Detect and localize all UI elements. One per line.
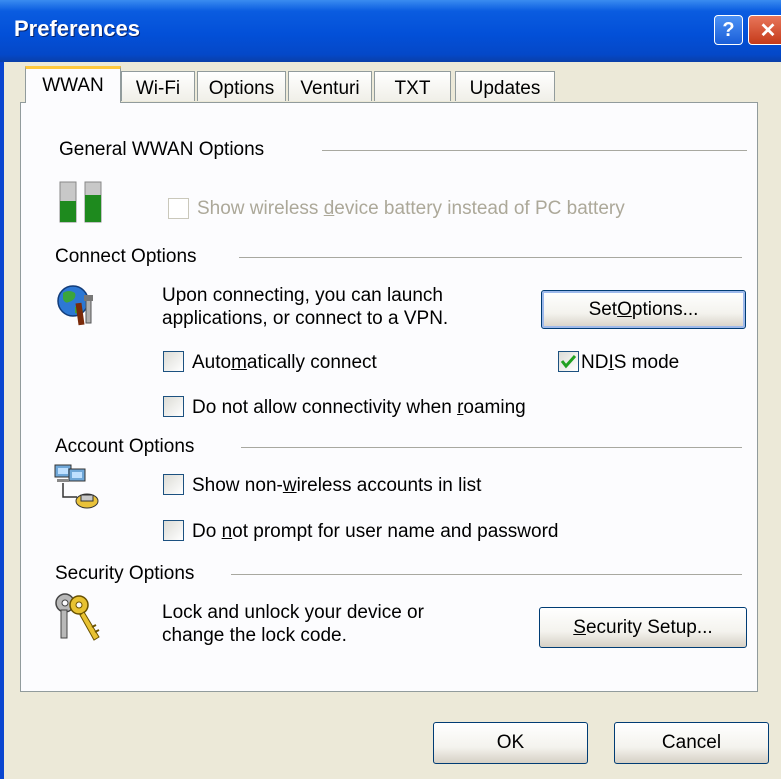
connect-separator bbox=[239, 257, 742, 258]
roaming-checkbox[interactable] bbox=[163, 396, 184, 417]
tab-label: Options bbox=[208, 78, 275, 99]
non-wireless-checkbox[interactable] bbox=[163, 474, 184, 495]
keys-icon bbox=[55, 593, 100, 641]
general-separator bbox=[322, 150, 747, 151]
account-options-heading: Account Options bbox=[55, 436, 195, 457]
connect-description-line1: Upon connecting, you can launch bbox=[162, 285, 443, 306]
tab-panel-wwan: General WWAN Options Show wireless devic… bbox=[20, 102, 758, 692]
tab-txt[interactable]: TXT bbox=[374, 71, 451, 101]
security-options-heading: Security Options bbox=[55, 563, 195, 584]
security-description-line2: change the lock code. bbox=[162, 625, 347, 646]
tab-venturi[interactable]: Venturi bbox=[288, 71, 372, 101]
help-button[interactable]: ? bbox=[714, 15, 743, 45]
tab-wwan[interactable]: WWAN bbox=[25, 66, 121, 103]
battery-checkbox[interactable] bbox=[168, 198, 189, 219]
globe-tools-icon bbox=[57, 285, 93, 326]
account-separator bbox=[241, 447, 742, 448]
non-wireless-label[interactable]: Show non-wireless accounts in list bbox=[192, 475, 481, 497]
tab-updates[interactable]: Updates bbox=[455, 71, 555, 101]
tab-label: Updates bbox=[469, 78, 541, 99]
general-options-heading: General WWAN Options bbox=[59, 139, 265, 160]
tab-label: Wi-Fi bbox=[135, 78, 181, 99]
window-frame-left bbox=[0, 62, 4, 779]
no-prompt-label[interactable]: Do not prompt for user name and password bbox=[192, 521, 559, 543]
close-icon: ✕ bbox=[759, 19, 777, 42]
ok-label: OK bbox=[496, 732, 525, 753]
cancel-label: Cancel bbox=[661, 732, 722, 753]
tab-wifi[interactable]: Wi-Fi bbox=[121, 71, 195, 101]
ndis-mode-checkbox[interactable] bbox=[558, 351, 579, 372]
cancel-button[interactable]: Cancel bbox=[614, 722, 769, 764]
connect-description-line2: applications, or connect to a VPN. bbox=[162, 308, 449, 329]
window-title: Preferences bbox=[14, 16, 140, 41]
security-separator bbox=[231, 574, 742, 575]
connect-description: Upon connecting, you can launch applicat… bbox=[162, 284, 448, 330]
checkmark-icon bbox=[560, 354, 577, 369]
security-description: Lock and unlock your device or change th… bbox=[162, 601, 424, 647]
ndis-mode-label[interactable]: NDIS mode bbox=[581, 352, 679, 374]
tab-label: TXT bbox=[394, 78, 431, 99]
roaming-label[interactable]: Do not allow connectivity when roaming bbox=[192, 397, 526, 419]
network-computers-icon bbox=[54, 464, 99, 509]
security-setup-button[interactable]: Security Setup... bbox=[539, 607, 747, 648]
battery-checkbox-label[interactable]: Show wireless device battery instead of … bbox=[197, 198, 625, 220]
tab-options[interactable]: Options bbox=[197, 71, 286, 101]
ok-button[interactable]: OK bbox=[433, 722, 588, 764]
security-description-line1: Lock and unlock your device or bbox=[162, 602, 424, 623]
title-bar: Preferences ? ✕ bbox=[0, 0, 781, 62]
no-prompt-checkbox[interactable] bbox=[163, 520, 184, 541]
connect-options-heading: Connect Options bbox=[55, 246, 197, 267]
set-options-button[interactable]: Set Options... bbox=[541, 290, 746, 329]
tab-label: Venturi bbox=[300, 78, 360, 99]
auto-connect-label[interactable]: Automatically connect bbox=[192, 352, 377, 374]
auto-connect-checkbox[interactable] bbox=[163, 351, 184, 372]
tab-label: WWAN bbox=[42, 75, 104, 96]
signal-battery-icon bbox=[59, 181, 102, 223]
help-icon: ? bbox=[722, 18, 735, 41]
close-button[interactable]: ✕ bbox=[748, 15, 781, 45]
